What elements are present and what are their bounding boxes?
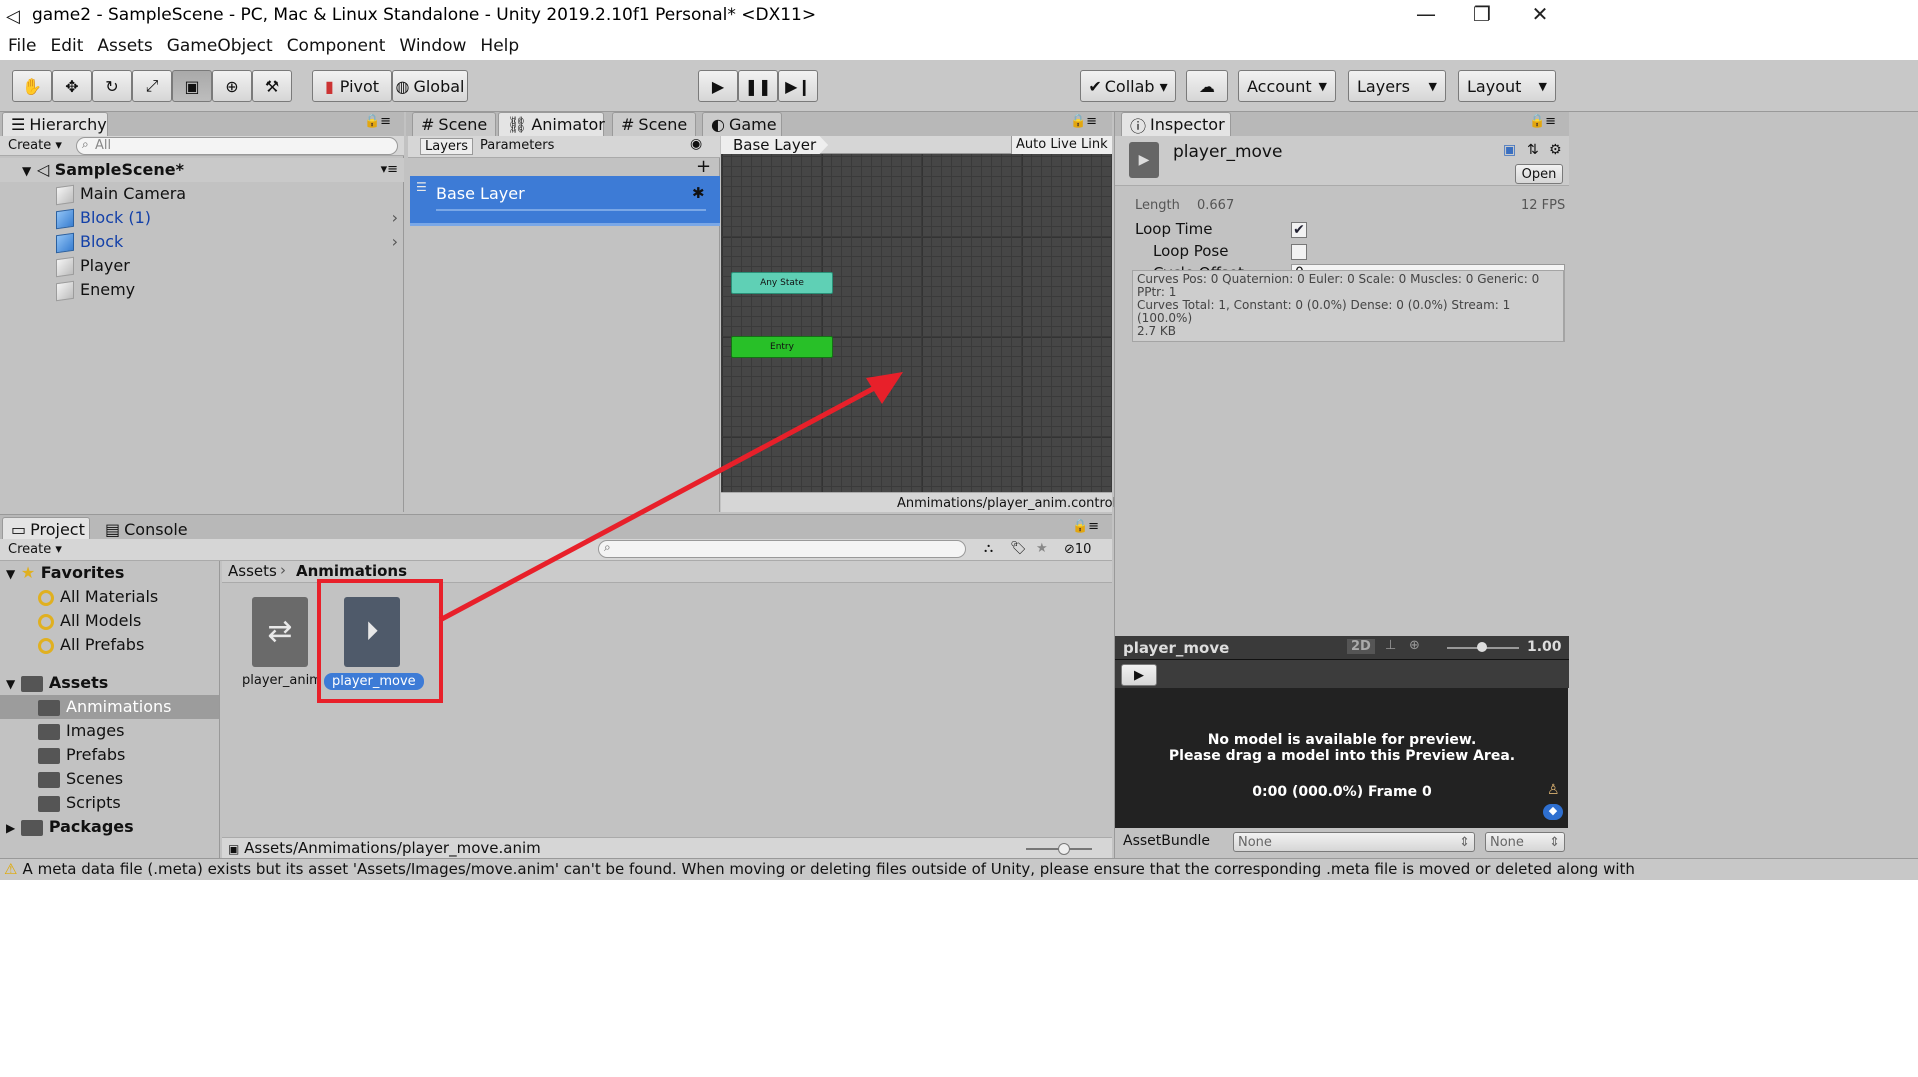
arrow-line: [438, 382, 882, 623]
status-message: A meta data file (.meta) exists but its …: [22, 860, 1635, 878]
status-bar[interactable]: ⚠ A meta data file (.meta) exists but it…: [0, 858, 1918, 880]
warning-icon: ⚠: [4, 860, 18, 878]
